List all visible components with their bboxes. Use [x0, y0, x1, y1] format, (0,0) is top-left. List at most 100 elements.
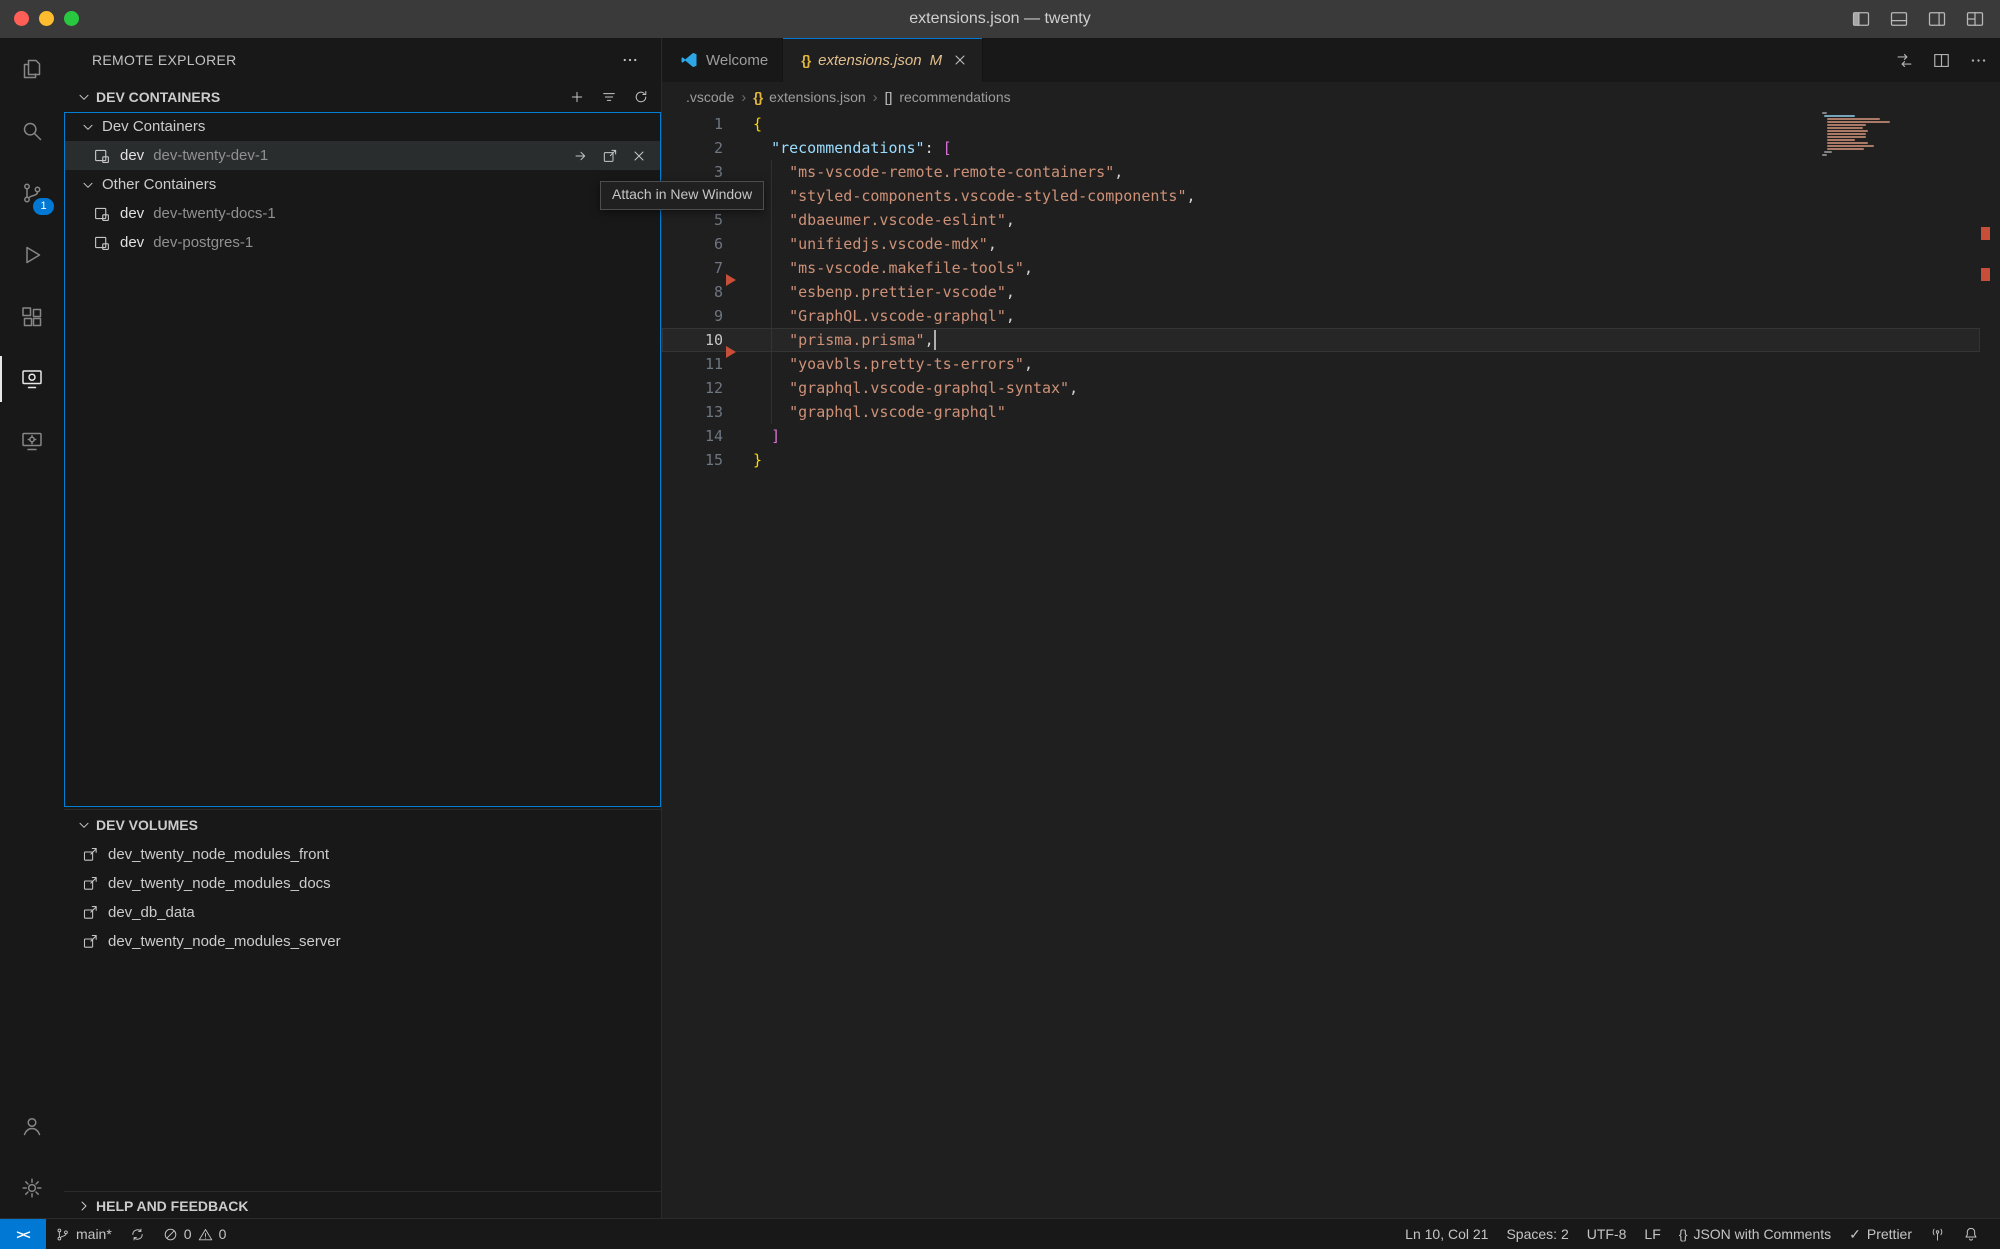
toggle-panel-icon[interactable]	[1888, 8, 1910, 30]
line-number[interactable]: 11	[662, 352, 723, 376]
line-number[interactable]: 15	[662, 448, 723, 472]
breadcrumb-symbol[interactable]: recommendations	[899, 89, 1010, 105]
line-number[interactable]: 2	[662, 136, 723, 160]
dev-volumes-header[interactable]: DEV VOLUMES	[64, 810, 661, 840]
line-number[interactable]: 6	[662, 232, 723, 256]
section-actions	[569, 89, 661, 105]
tree-group-dev-containers[interactable]: Dev Containers	[64, 112, 661, 141]
tree-item-dev-postgres-1[interactable]: dev dev-postgres-1	[64, 228, 661, 257]
volume-item[interactable]: dev_twenty_node_modules_docs	[64, 869, 661, 898]
line-number[interactable]: 5	[662, 208, 723, 232]
activity-remote-explorer[interactable]	[0, 348, 64, 410]
window-title: extensions.json — twenty	[0, 0, 2000, 38]
language-mode-item[interactable]: {} JSON with Comments	[1670, 1219, 1840, 1249]
customize-layout-icon[interactable]	[1964, 8, 1986, 30]
formatter-item[interactable]: ✓ Prettier	[1840, 1219, 1921, 1249]
cursor-position-item[interactable]: Ln 10, Col 21	[1396, 1219, 1497, 1249]
git-branch-item[interactable]: main*	[46, 1219, 121, 1249]
split-editor-icon[interactable]	[1932, 51, 1951, 70]
more-actions-icon[interactable]	[621, 51, 639, 69]
code-line-9[interactable]: 9 "GraphQL.vscode-graphql",	[662, 304, 1980, 328]
refresh-icon[interactable]	[633, 89, 649, 105]
activity-run-debug[interactable]	[0, 224, 64, 286]
activity-dev-containers[interactable]	[0, 410, 64, 472]
line-number[interactable]: 14	[662, 424, 723, 448]
tree-item-dev-twenty-docs-1[interactable]: dev dev-twenty-docs-1	[64, 199, 661, 228]
tab-welcome[interactable]: Welcome	[662, 38, 783, 82]
code-line-8[interactable]: 8 "esbenp.prettier-vscode",	[662, 280, 1980, 304]
code-line-4[interactable]: 4 "styled-components.vscode-styled-compo…	[662, 184, 1980, 208]
indentation-item[interactable]: Spaces: 2	[1497, 1219, 1577, 1249]
code-area[interactable]: 1{2 "recommendations": [3 "ms-vscode-rem…	[662, 112, 1980, 472]
new-dev-container-icon[interactable]	[569, 89, 585, 105]
breadcrumb-file[interactable]: extensions.json	[769, 89, 866, 105]
code-line-15[interactable]: 15}	[662, 448, 1980, 472]
toggle-secondary-sidebar-icon[interactable]	[1926, 8, 1948, 30]
status-bar: >< main* 0 0 Ln 10, Col 21 Spaces: 2	[0, 1218, 2000, 1249]
code-line-3[interactable]: 3 "ms-vscode-remote.remote-containers",	[662, 160, 1980, 184]
volume-item[interactable]: dev_twenty_node_modules_server	[64, 927, 661, 956]
code-line-12[interactable]: 12 "graphql.vscode-graphql-syntax",	[662, 376, 1980, 400]
line-number[interactable]: 7	[662, 256, 723, 280]
attach-new-window-icon[interactable]	[602, 148, 618, 164]
line-number[interactable]: 13	[662, 400, 723, 424]
container-id: dev-postgres-1	[153, 234, 253, 251]
tree-group-other-containers[interactable]: Other Containers	[64, 170, 661, 199]
line-number[interactable]: 8	[662, 280, 723, 304]
code-line-11[interactable]: 11 "yoavbls.pretty-ts-errors",	[662, 352, 1980, 376]
status-left: >< main* 0 0	[0, 1219, 235, 1249]
stop-container-icon[interactable]	[631, 148, 647, 164]
volume-icon	[82, 933, 99, 950]
activity-explorer[interactable]	[0, 38, 64, 100]
error-count: 0	[184, 1226, 192, 1242]
section-dev-containers[interactable]: DEV CONTAINERS	[64, 82, 661, 112]
tree-item-dev-twenty-dev-1[interactable]: dev dev-twenty-dev-1	[64, 141, 661, 170]
line-number[interactable]: 12	[662, 376, 723, 400]
line-number[interactable]: 1	[662, 112, 723, 136]
encoding-item[interactable]: UTF-8	[1578, 1219, 1636, 1249]
code-line-2[interactable]: 2 "recommendations": [	[662, 136, 1980, 160]
line-number[interactable]: 10	[662, 328, 723, 352]
volume-item[interactable]: dev_db_data	[64, 898, 661, 927]
sync-changes-item[interactable]	[121, 1219, 154, 1249]
tab-extensions-json[interactable]: {} extensions.json M	[783, 38, 983, 82]
volume-item[interactable]: dev_twenty_node_modules_front	[64, 840, 661, 869]
broadcast-item[interactable]	[1921, 1219, 1954, 1249]
section-help-and-feedback[interactable]: HELP AND FEEDBACK	[64, 1191, 661, 1220]
filter-icon[interactable]	[601, 89, 617, 105]
code-line-14[interactable]: 14 ]	[662, 424, 1980, 448]
code-line-7[interactable]: 7 "ms-vscode.makefile-tools",	[662, 256, 1980, 280]
activity-settings[interactable]	[0, 1157, 64, 1219]
line-number[interactable]: 9	[662, 304, 723, 328]
more-actions-icon[interactable]	[1969, 51, 1988, 70]
code-line-1[interactable]: 1{	[662, 112, 1980, 136]
activity-search[interactable]	[0, 100, 64, 162]
search-icon	[20, 119, 44, 143]
section-label: DEV VOLUMES	[96, 817, 198, 833]
code-line-5[interactable]: 5 "dbaeumer.vscode-eslint",	[662, 208, 1980, 232]
activity-extensions[interactable]	[0, 286, 64, 348]
eol-item[interactable]: LF	[1635, 1219, 1669, 1249]
code-line-6[interactable]: 6 "unifiedjs.vscode-mdx",	[662, 232, 1980, 256]
attach-container-icon[interactable]	[573, 148, 589, 164]
tree-group-label: Dev Containers	[102, 118, 205, 135]
remote-explorer-icon	[20, 367, 44, 391]
toggle-primary-sidebar-icon[interactable]	[1850, 8, 1872, 30]
remote-indicator[interactable]: ><	[0, 1219, 46, 1249]
json-icon: {}	[801, 52, 810, 68]
activity-accounts[interactable]	[0, 1095, 64, 1157]
breadcrumb-folder[interactable]: .vscode	[686, 89, 734, 105]
code-line-10[interactable]: 10 "prisma.prisma",	[662, 328, 1980, 352]
activity-source-control[interactable]: 1	[0, 162, 64, 224]
layout-controls	[1850, 8, 1986, 30]
code-line-13[interactable]: 13 "graphql.vscode-graphql"	[662, 400, 1980, 424]
problems-item[interactable]: 0 0	[154, 1219, 236, 1249]
chevron-right-icon	[76, 1198, 92, 1214]
close-tab-icon[interactable]	[952, 52, 968, 68]
open-changes-icon[interactable]	[1895, 51, 1914, 70]
minimap-line	[1822, 112, 1827, 114]
minimap[interactable]	[1822, 112, 1892, 157]
chevron-down-icon	[76, 89, 92, 105]
notifications-item[interactable]	[1954, 1219, 1988, 1249]
sync-icon	[130, 1227, 145, 1242]
